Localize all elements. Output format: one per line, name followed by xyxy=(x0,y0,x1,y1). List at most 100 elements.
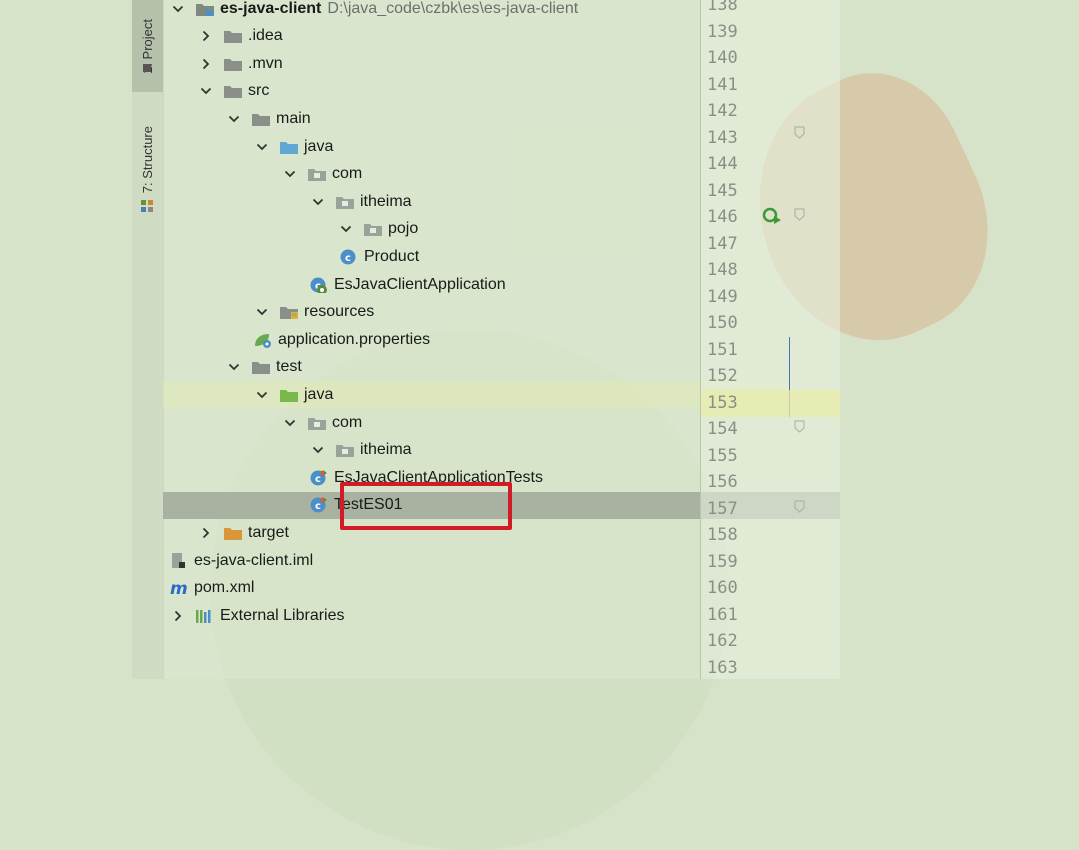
left-tool-strip: 1: Project 7: Structure xyxy=(132,0,164,679)
folder-icon xyxy=(251,359,271,375)
ide-window: 1: Project 7: Structure es-java-client D:… xyxy=(132,0,840,679)
line-number: 146 xyxy=(707,207,738,227)
maven-icon: m xyxy=(169,579,189,599)
chevron-down-icon[interactable] xyxy=(255,305,269,319)
fold-marker-icon[interactable] xyxy=(794,420,805,433)
line-number: 148 xyxy=(707,260,738,280)
folder-icon xyxy=(223,56,243,72)
package-icon xyxy=(335,194,355,210)
structure-icon xyxy=(141,200,153,212)
chevron-right-icon[interactable] xyxy=(199,526,213,540)
tree-item[interactable]: es-java-client.iml xyxy=(163,547,706,574)
tree-item-label: main xyxy=(276,109,311,127)
project-tool-tab[interactable]: 1: Project xyxy=(132,0,163,92)
chevron-right-icon[interactable] xyxy=(171,609,185,623)
line-number: 143 xyxy=(707,127,738,148)
tree-item[interactable]: java xyxy=(163,133,792,160)
line-number: 142 xyxy=(707,101,738,121)
run-test-icon[interactable] xyxy=(761,206,783,228)
libraries-icon xyxy=(195,608,215,624)
editor-gutter: 138 139 140 141 142 143 144 145 146 147 148 149 150 1… xyxy=(700,0,840,679)
line-number: 138 xyxy=(707,0,738,15)
chevron-down-icon[interactable] xyxy=(311,443,325,457)
tree-item-label: itheima xyxy=(360,192,412,210)
package-icon xyxy=(307,415,327,431)
excluded-folder-icon xyxy=(223,525,243,541)
module-folder-icon xyxy=(195,1,215,17)
svg-text:c: c xyxy=(345,253,351,264)
chevron-down-icon[interactable] xyxy=(339,222,353,236)
class-icon: c xyxy=(339,249,359,265)
tree-item-label: External Libraries xyxy=(220,606,345,624)
chevron-down-icon[interactable] xyxy=(227,112,241,126)
tree-item-label: .mvn xyxy=(248,54,283,72)
tree-item-label: EsJavaClientApplication xyxy=(334,275,506,293)
tree-item[interactable]: test xyxy=(163,354,764,381)
spring-boot-class-icon: c xyxy=(309,277,329,295)
chevron-right-icon[interactable] xyxy=(199,57,213,71)
chevron-right-icon[interactable] xyxy=(199,29,213,43)
tree-item-label: java xyxy=(304,137,334,155)
folder-icon xyxy=(223,83,243,99)
tree-item-label: pom.xml xyxy=(194,579,255,597)
line-number: 139 xyxy=(707,21,738,42)
svg-text:c: c xyxy=(315,474,321,485)
tree-item[interactable]: java xyxy=(163,381,792,409)
tree-item[interactable]: application.properties xyxy=(163,326,790,353)
fold-marker-icon[interactable] xyxy=(794,126,805,139)
chevron-down-icon[interactable] xyxy=(255,140,269,154)
package-icon xyxy=(335,442,355,458)
tree-item-label: src xyxy=(248,82,270,100)
chevron-down-icon[interactable] xyxy=(311,195,325,209)
svg-text:c: c xyxy=(315,501,321,512)
tree-item-label: .idea xyxy=(248,27,283,45)
source-folder-icon xyxy=(279,139,299,155)
test-class-icon: c xyxy=(309,470,329,486)
tree-item[interactable]: m pom.xml xyxy=(163,575,706,602)
tree-item[interactable]: src xyxy=(163,78,736,105)
line-number: 152 xyxy=(707,366,738,386)
project-path: D:\java_code\czbk\es\es-java-client xyxy=(327,0,579,17)
project-tab-icon xyxy=(143,64,151,72)
highlight-box xyxy=(340,482,512,530)
test-source-folder-icon xyxy=(279,387,299,403)
line-number: 153 xyxy=(707,392,738,413)
chevron-down-icon[interactable] xyxy=(199,84,213,98)
chevron-down-icon[interactable] xyxy=(283,167,297,181)
line-number: 158 xyxy=(707,525,738,545)
line-number: 162 xyxy=(707,631,738,651)
line-number: 144 xyxy=(707,154,738,174)
iml-file-icon xyxy=(169,552,189,569)
tree-item[interactable]: resources xyxy=(163,299,792,326)
tree-item-label: java xyxy=(304,385,334,403)
line-number: 159 xyxy=(707,551,738,572)
fold-marker-icon[interactable] xyxy=(794,208,805,221)
package-icon xyxy=(363,221,383,237)
line-number: 141 xyxy=(707,74,738,95)
tree-item-label: resources xyxy=(304,303,375,321)
tree-item-label: com xyxy=(332,165,363,183)
tree-item-label: es-java-client xyxy=(220,0,322,17)
structure-tab-label: 7: Structure xyxy=(140,126,155,194)
line-number: 156 xyxy=(707,472,738,492)
line-number: 157 xyxy=(707,498,738,519)
tree-item[interactable]: .mvn xyxy=(163,50,736,77)
fold-marker-icon[interactable] xyxy=(794,500,805,513)
tree-item-label: test xyxy=(276,358,302,376)
spring-properties-icon xyxy=(253,332,273,348)
line-number: 149 xyxy=(707,286,738,307)
tree-item[interactable]: External Libraries xyxy=(163,602,708,629)
resources-folder-icon xyxy=(279,304,299,320)
line-number: 160 xyxy=(707,578,738,598)
tree-item-label: es-java-client.iml xyxy=(194,551,314,569)
test-class-icon: c xyxy=(309,497,329,513)
tree-item-label: application.properties xyxy=(278,330,431,348)
tree-item-label: itheima xyxy=(360,441,412,459)
tree-item[interactable]: .idea xyxy=(163,23,736,50)
chevron-down-icon[interactable] xyxy=(283,416,297,430)
tree-item[interactable]: main xyxy=(163,105,764,132)
chevron-down-icon[interactable] xyxy=(227,360,241,374)
chevron-down-icon[interactable] xyxy=(255,388,269,402)
chevron-down-icon[interactable] xyxy=(171,2,185,16)
tree-item[interactable]: es-java-client D:\java_code\czbk\es\es-ja… xyxy=(163,0,708,22)
